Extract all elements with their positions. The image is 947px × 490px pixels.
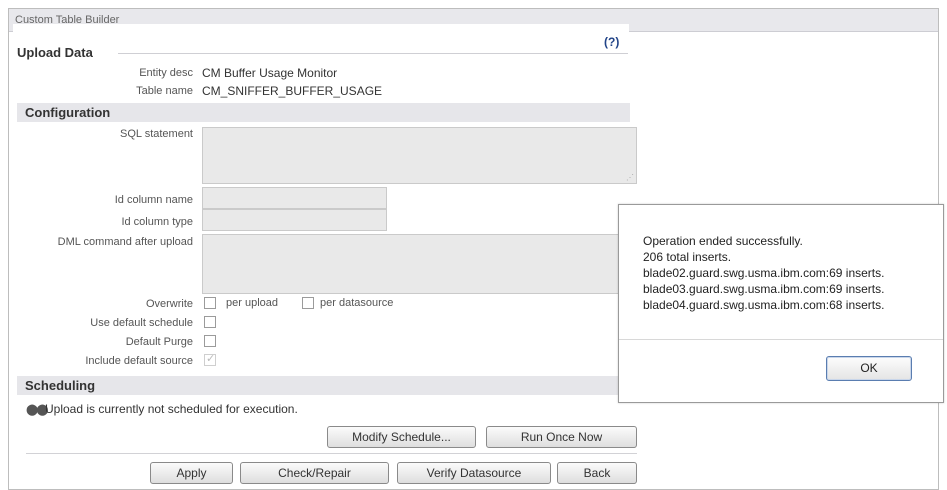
modify-schedule-button[interactable]: Modify Schedule... xyxy=(327,426,476,448)
upload-data-title-rule xyxy=(118,53,628,54)
checkmark-icon: ✓ xyxy=(206,353,216,365)
run-once-now-button[interactable]: Run Once Now xyxy=(486,426,637,448)
entity-desc-label: Entity desc xyxy=(139,67,193,79)
schedule-status-icon: ⬤⬤ xyxy=(26,404,49,416)
result-dialog: Operation ended successfully. 206 total … xyxy=(618,204,944,403)
dialog-message-line-3: blade02.guard.swg.usma.ibm.com:69 insert… xyxy=(643,266,885,280)
entity-desc-value: CM Buffer Usage Monitor xyxy=(202,66,338,80)
table-name-value: CM_SNIFFER_BUFFER_USAGE xyxy=(202,84,383,98)
id-column-type-label: Id column type xyxy=(121,216,193,228)
scheduling-section-header: Scheduling xyxy=(17,376,630,395)
apply-button[interactable]: Apply xyxy=(150,462,233,484)
table-name-label: Table name xyxy=(136,85,193,97)
upload-data-title: Upload Data xyxy=(17,45,93,60)
scheduling-title: Scheduling xyxy=(25,378,96,393)
use-default-schedule-label: Use default schedule xyxy=(90,317,193,329)
default-purge-checkbox[interactable] xyxy=(204,335,216,347)
verify-datasource-button[interactable]: Verify Datasource xyxy=(397,462,551,484)
actions-divider xyxy=(26,453,637,454)
include-default-source-label: Include default source xyxy=(85,355,193,367)
sql-statement-textarea[interactable]: ⋰ xyxy=(202,127,637,184)
dialog-message-line-1: Operation ended successfully. xyxy=(643,234,803,248)
back-button[interactable]: Back xyxy=(557,462,637,484)
dialog-separator xyxy=(619,339,943,340)
configuration-section-header: Configuration xyxy=(17,103,630,122)
per-upload-label: per upload xyxy=(226,297,278,309)
help-icon[interactable]: (?) xyxy=(604,35,619,49)
sql-statement-label: SQL statement xyxy=(120,128,193,140)
ok-button[interactable]: OK xyxy=(826,356,912,381)
schedule-status-text: Upload is currently not scheduled for ex… xyxy=(45,402,298,416)
dialog-message-line-5: blade04.guard.swg.usma.ibm.com:68 insert… xyxy=(643,298,885,312)
per-datasource-label: per datasource xyxy=(320,297,394,309)
resize-grip-icon[interactable]: ⋰ xyxy=(626,173,634,182)
dml-command-label: DML command after upload xyxy=(57,236,193,248)
dml-command-textarea[interactable] xyxy=(202,234,637,294)
dialog-message-line-4: blade03.guard.swg.usma.ibm.com:69 insert… xyxy=(643,282,885,296)
id-column-name-label: Id column name xyxy=(114,194,193,206)
per-datasource-checkbox[interactable] xyxy=(302,297,314,309)
id-column-type-input[interactable] xyxy=(202,209,387,231)
id-column-name-input[interactable] xyxy=(202,187,387,209)
check-repair-button[interactable]: Check/Repair xyxy=(240,462,389,484)
include-default-source-checkbox: ✓ xyxy=(204,353,216,366)
dialog-message-line-2: 206 total inserts. xyxy=(643,250,732,264)
configuration-title: Configuration xyxy=(25,105,111,120)
default-purge-label: Default Purge xyxy=(125,336,193,348)
overwrite-label: Overwrite xyxy=(145,298,193,310)
use-default-schedule-checkbox[interactable] xyxy=(204,316,216,328)
per-upload-checkbox[interactable] xyxy=(204,297,216,309)
